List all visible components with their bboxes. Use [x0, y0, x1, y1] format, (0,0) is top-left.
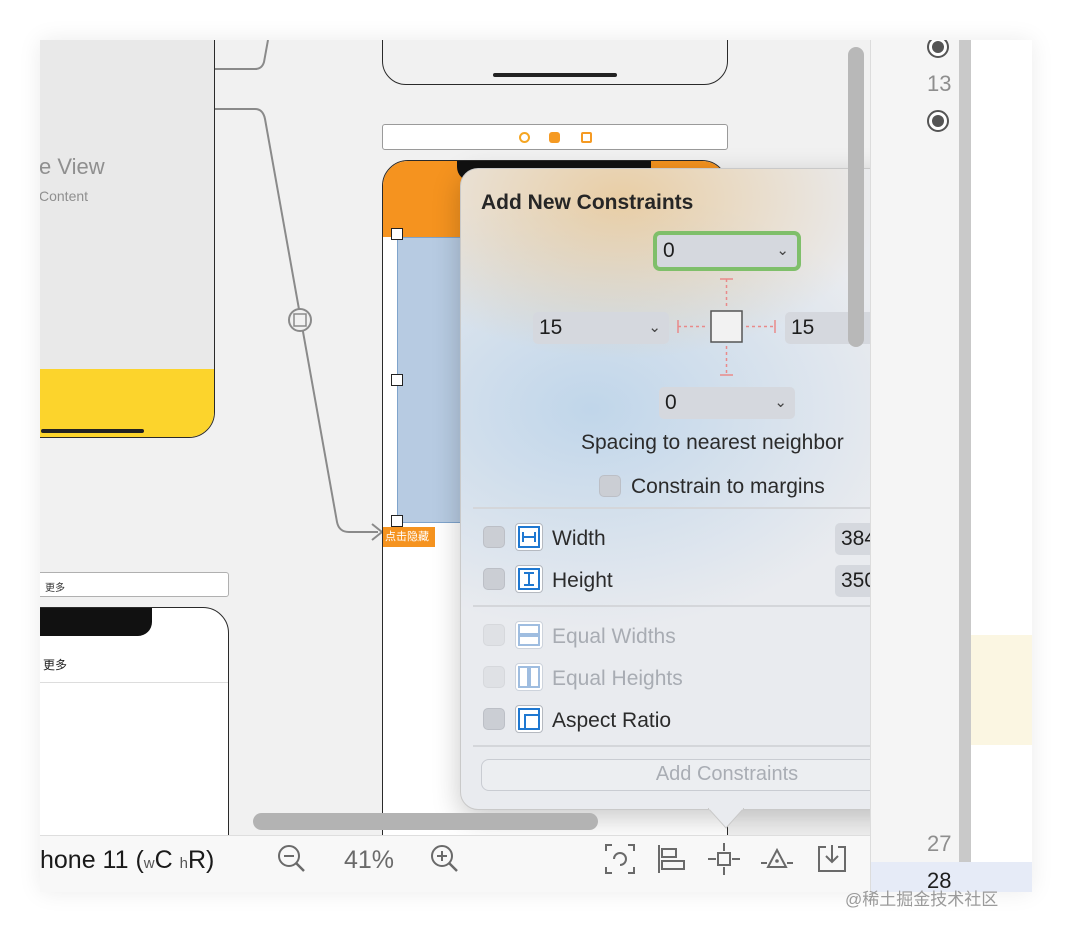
scene-dock[interactable]: [382, 124, 728, 150]
right-spacing-value: 15: [791, 316, 815, 339]
chevron-down-icon: ⌄: [776, 242, 789, 259]
exit-icon[interactable]: [581, 132, 592, 143]
resize-handle-top-left[interactable]: [391, 228, 403, 240]
constraint-diagram: [677, 278, 776, 376]
bottom-spacing-value: 0: [665, 391, 677, 414]
add-constraints-button[interactable]: Add Constraints: [481, 759, 870, 791]
embed-in-icon[interactable]: [814, 841, 850, 877]
editor-content-area: [971, 40, 1032, 892]
first-responder-icon[interactable]: [549, 132, 560, 143]
zoom-level: 41%: [344, 846, 395, 874]
constrain-margins-checkbox[interactable]: [599, 475, 621, 497]
equal-widths-label: Equal Widths: [552, 625, 676, 648]
line-number: 13: [927, 71, 952, 96]
notch: [40, 608, 152, 636]
height-checkbox[interactable]: [483, 568, 505, 590]
more-scene-title: 更多: [45, 583, 65, 594]
aspect-ratio-icon: [515, 705, 543, 733]
more-row-label: 更多: [43, 658, 68, 672]
popover-title: Add New Constraints: [481, 191, 694, 214]
equal-heights-label: Equal Heights: [552, 667, 683, 690]
chevron-down-icon: ⌄: [774, 394, 787, 411]
spacing-caption: Spacing to nearest neighbor: [581, 431, 844, 454]
popover-arrow: [708, 808, 744, 829]
top-spacing-value: 0: [663, 239, 675, 262]
aspect-ratio-checkbox[interactable]: [483, 708, 505, 730]
scroll-track: [959, 40, 971, 892]
resize-handle-mid-left[interactable]: [391, 374, 403, 386]
watermark: @稀土掘金技术社区: [845, 890, 999, 909]
constrain-margins-label: Constrain to margins: [631, 475, 825, 498]
canvas-bottom-bar: hone 11 (wC hR) 41%: [40, 835, 870, 892]
aspect-ratio-label: Aspect Ratio: [552, 709, 672, 732]
row-divider: [40, 682, 228, 683]
height-value-dropdown[interactable]: 350 ⌄: [835, 565, 870, 597]
size-class-h-value: R): [188, 846, 215, 874]
height-label: Height: [552, 569, 613, 592]
separator: [473, 507, 870, 509]
top-scene-phone[interactable]: [382, 40, 728, 85]
separator: [473, 605, 870, 607]
device-name: hone 11 (: [40, 846, 144, 874]
width-label: Width: [552, 527, 606, 550]
view-controller-icon[interactable]: [519, 132, 530, 143]
chevron-down-icon: ⌄: [648, 319, 661, 336]
equal-widths-icon: [515, 621, 543, 649]
separator: [473, 745, 870, 747]
breakpoint-icon[interactable]: [927, 40, 949, 58]
equal-heights-checkbox[interactable]: [483, 666, 505, 688]
width-checkbox[interactable]: [483, 526, 505, 548]
equal-heights-icon: [515, 663, 543, 691]
left-spacing-value: 15: [539, 316, 563, 339]
more-scene-dock[interactable]: 更多: [40, 572, 229, 597]
vertical-scrollbar[interactable]: [848, 47, 864, 347]
size-class-w: w: [143, 855, 155, 872]
height-constraint-icon: [515, 565, 543, 593]
height-value: 350: [841, 569, 870, 592]
zoom-in-icon[interactable]: [427, 841, 463, 877]
editor-gutter: 13 27 28: [870, 40, 1032, 892]
bottom-spacing-dropdown[interactable]: 0 ⌄: [659, 387, 795, 419]
xcode-window: e View Content 点击隐藏 更多 更多 Add New Constr…: [40, 40, 1032, 892]
device-config-button[interactable]: hone 11 (wC hR): [40, 846, 214, 875]
resize-handle-bottom-left[interactable]: [391, 515, 403, 527]
align-icon[interactable]: [654, 841, 690, 877]
size-class-h: h: [179, 855, 188, 872]
storyboard-canvas[interactable]: e View Content 点击隐藏 更多 更多 Add New Constr…: [40, 40, 870, 835]
home-indicator: [493, 73, 617, 77]
update-frames-icon[interactable]: [602, 841, 638, 877]
zoom-out-icon[interactable]: [274, 841, 310, 877]
add-constraints-icon[interactable]: [706, 841, 742, 877]
breakpoint-icon[interactable]: [927, 110, 949, 132]
size-class-w-value: C: [154, 846, 173, 874]
line-number: 27: [927, 831, 952, 856]
equal-widths-checkbox[interactable]: [483, 624, 505, 646]
width-constraint-icon: [515, 523, 543, 551]
more-scene-phone[interactable]: 更多: [40, 607, 229, 835]
width-value: 384: [841, 527, 870, 550]
width-value-dropdown[interactable]: 384 ⌄: [835, 523, 870, 555]
horizontal-scrollbar[interactable]: [253, 813, 598, 830]
left-spacing-dropdown[interactable]: 15 ⌄: [533, 312, 669, 344]
hide-button[interactable]: 点击隐藏: [383, 527, 435, 547]
add-constraints-popover: Add New Constraints 0 ⌄ 15 ⌄ 15 ⌄: [460, 168, 870, 810]
resolve-issues-icon[interactable]: [759, 841, 795, 877]
top-spacing-dropdown[interactable]: 0 ⌄: [657, 235, 797, 267]
highlighted-line-region: [971, 635, 1032, 745]
